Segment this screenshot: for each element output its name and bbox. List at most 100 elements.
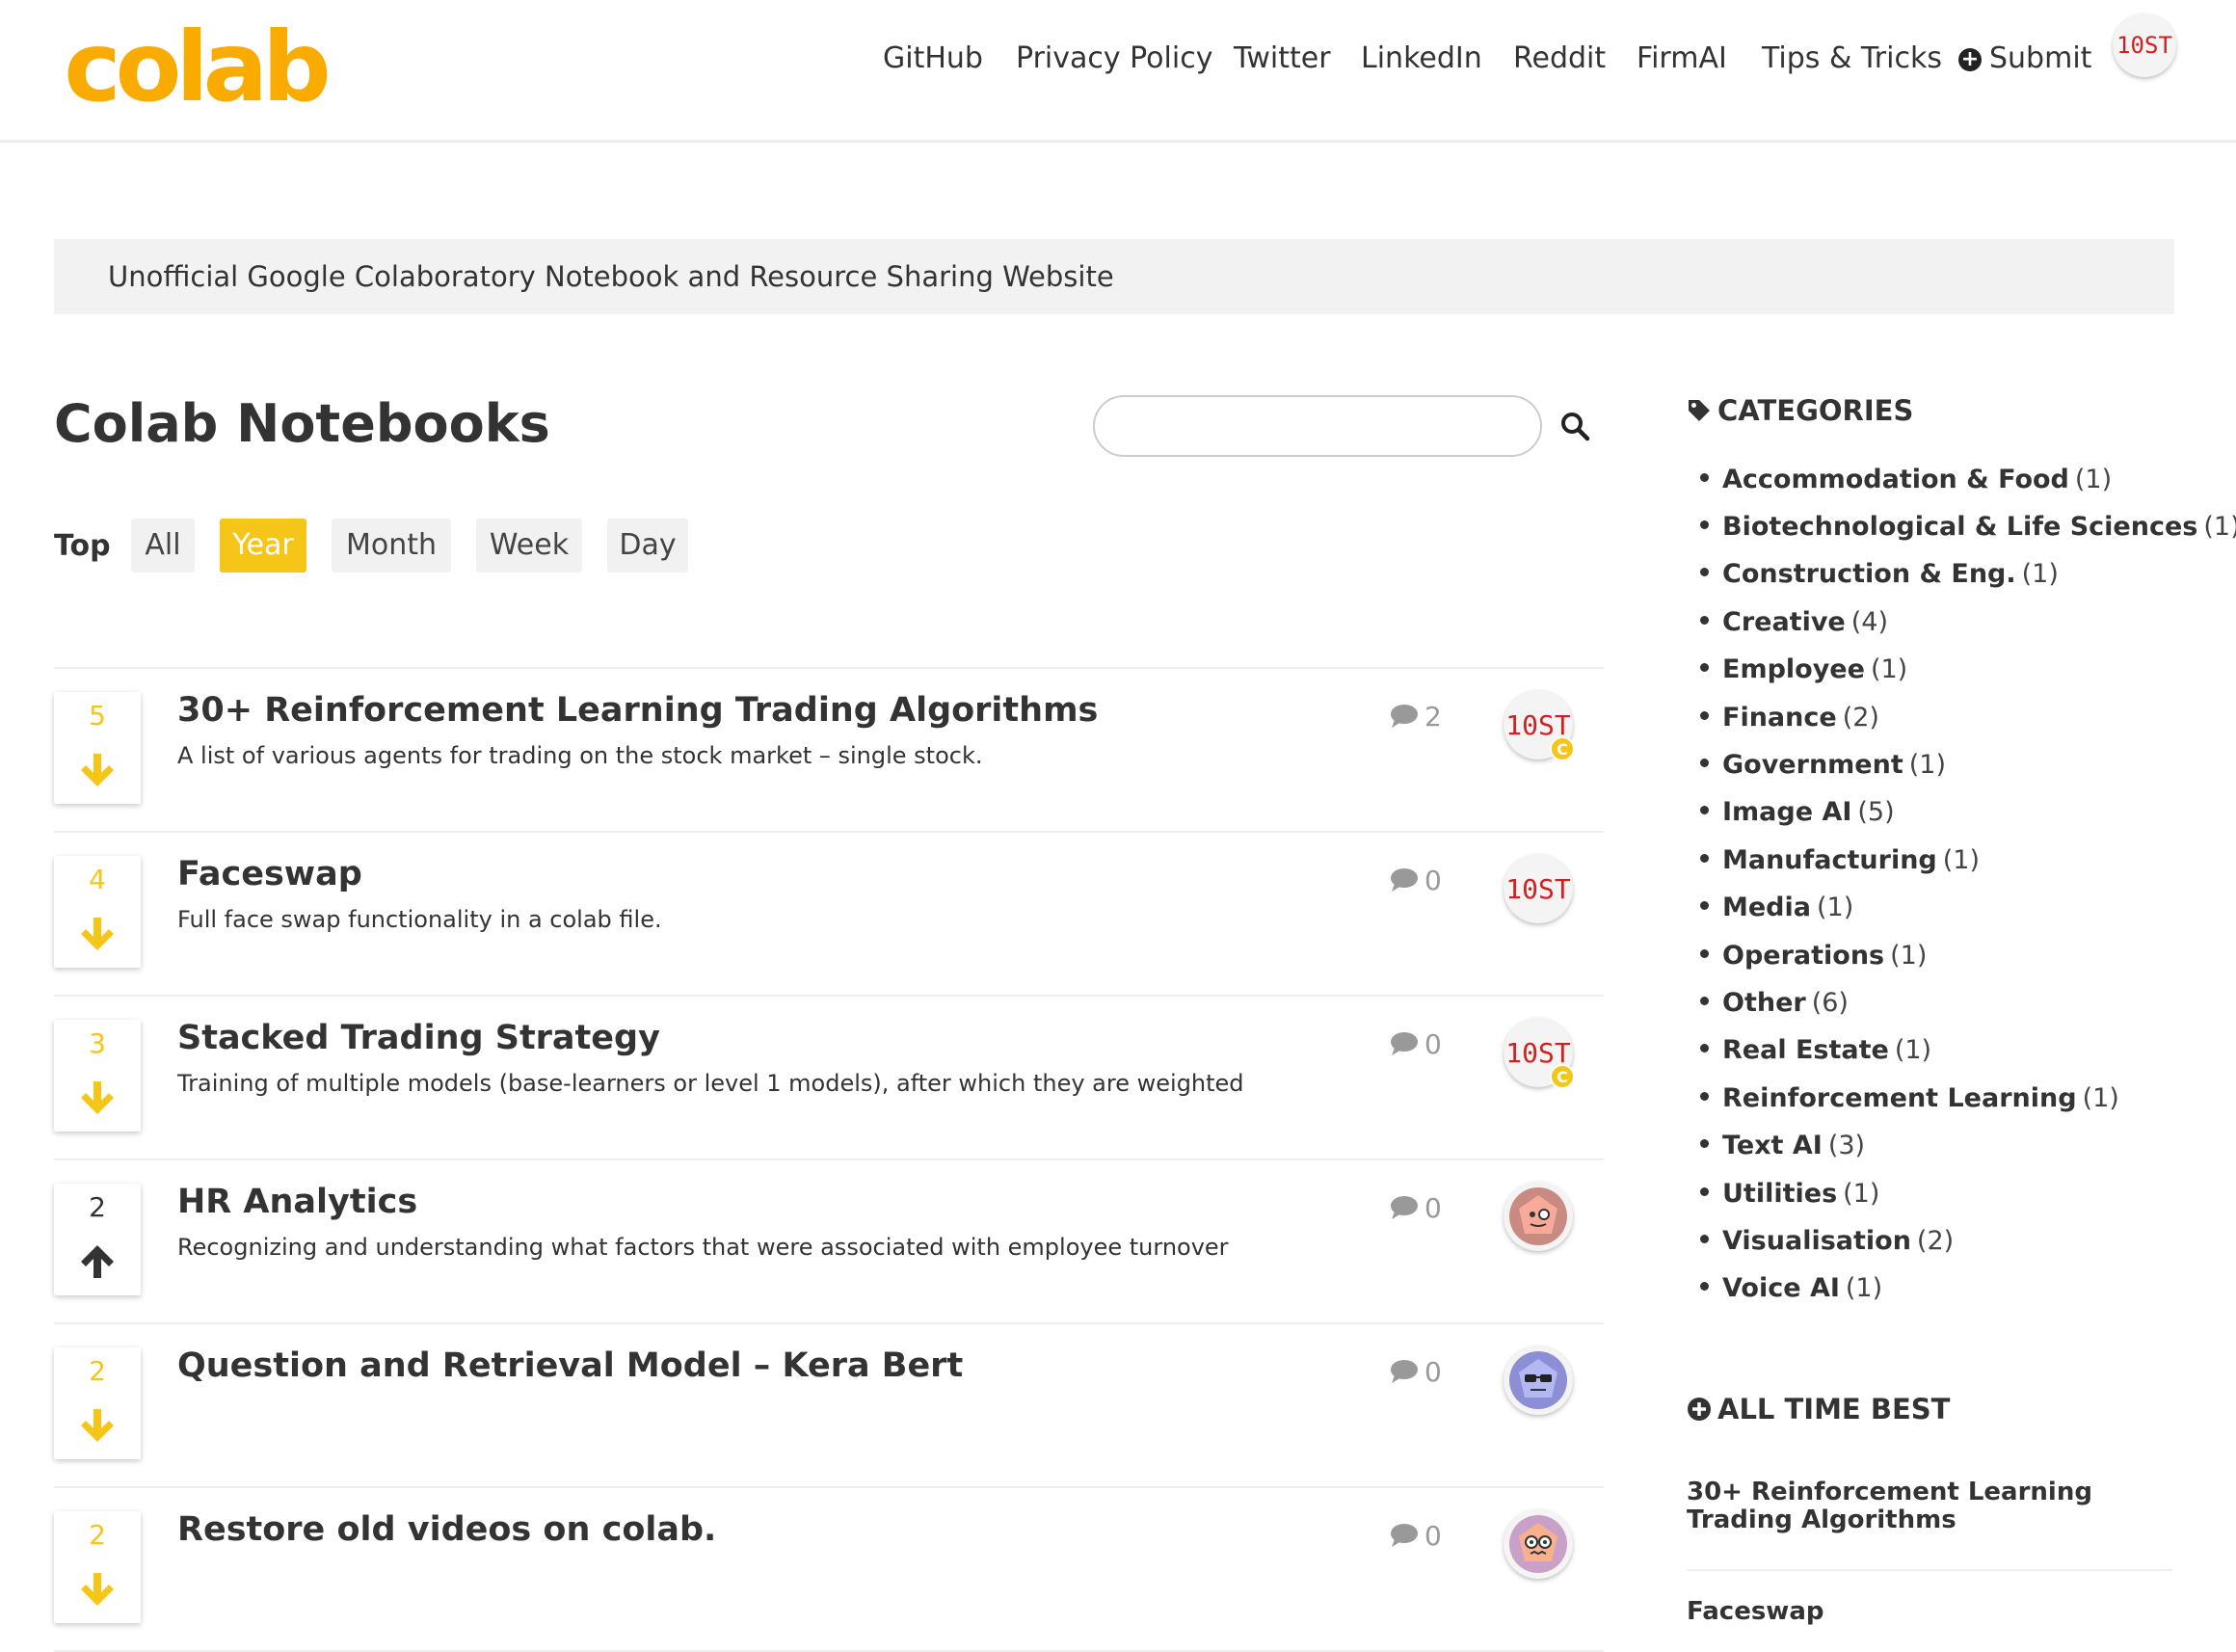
arrow-down-icon[interactable]: [77, 1405, 118, 1446]
category-link[interactable]: Finance: [1722, 703, 1837, 733]
post-title[interactable]: HR Analytics: [177, 1178, 417, 1226]
comment-count[interactable]: 0: [1390, 1353, 1442, 1392]
best-post-link[interactable]: 30+ Reinforcement Learning Trading Algor…: [1687, 1479, 2169, 1534]
category-link[interactable]: Image AI: [1722, 797, 1851, 827]
category-link[interactable]: Operations: [1722, 941, 1884, 971]
category-link[interactable]: Construction & Eng.: [1722, 559, 2016, 589]
author-avatar[interactable]: [1504, 1346, 1573, 1415]
author-avatar[interactable]: 10ST C: [1504, 690, 1575, 761]
category-link[interactable]: Utilities: [1722, 1179, 1837, 1209]
nav-twitter[interactable]: Twitter: [1234, 35, 1331, 83]
nav-firmai[interactable]: FirmAI: [1637, 35, 1727, 83]
bullet: [1700, 520, 1709, 529]
category-link[interactable]: Media: [1722, 893, 1811, 922]
plus-circle-icon: +: [1958, 48, 1982, 71]
all-time-best-heading: ALL TIME BEST: [1687, 1388, 1950, 1430]
filter-all[interactable]: All: [131, 519, 195, 573]
filter-week[interactable]: Week: [476, 519, 582, 573]
vote-box[interactable]: 4: [54, 856, 141, 968]
category-item: Other (6): [1700, 984, 1849, 1023]
category-count: (1): [1816, 893, 1854, 922]
category-link[interactable]: Voice AI: [1722, 1273, 1840, 1303]
category-count: (5): [1857, 797, 1895, 827]
vote-box[interactable]: 5: [54, 692, 141, 804]
vote-count: 3: [89, 1027, 106, 1059]
post-description: Recognizing and understanding what facto…: [177, 1234, 1229, 1261]
best-post-link[interactable]: Faceswap: [1687, 1598, 2169, 1626]
category-item: Manufacturing (1): [1700, 841, 1980, 880]
arrow-down-icon[interactable]: [77, 750, 118, 790]
arrow-down-icon[interactable]: [77, 914, 118, 954]
author-avatar[interactable]: [1504, 1182, 1573, 1251]
arrow-down-icon[interactable]: [77, 1078, 118, 1118]
contributor-badge: C: [1550, 1064, 1575, 1089]
bullet: [1700, 1044, 1709, 1052]
category-count: (1): [1942, 845, 1980, 875]
category-link[interactable]: Government: [1722, 750, 1903, 780]
vote-box[interactable]: 2: [54, 1511, 141, 1623]
post-description: Full face swap functionality in a colab …: [177, 906, 662, 933]
nav-linkedin[interactable]: LinkedIn: [1361, 35, 1482, 83]
comment-count[interactable]: 0: [1390, 1517, 1442, 1556]
category-link[interactable]: Biotechnological & Life Sciences: [1722, 512, 2197, 542]
comment-icon: [1391, 1360, 1418, 1383]
vote-box[interactable]: 2: [54, 1184, 141, 1295]
filter-label: Top: [54, 529, 111, 563]
search-input[interactable]: [1093, 395, 1542, 457]
post-title[interactable]: Faceswap: [177, 850, 362, 898]
user-avatar[interactable]: 10ST: [2113, 13, 2176, 77]
post-row: 4 Faceswap Full face swap functionality …: [54, 831, 1604, 995]
bullet: [1700, 949, 1709, 958]
post-title[interactable]: Restore old videos on colab.: [177, 1505, 716, 1554]
vote-count: 2: [89, 1191, 106, 1223]
top-nav: GitHub Privacy Policy Twitter LinkedIn R…: [0, 35, 2236, 83]
comment-count[interactable]: 0: [1390, 1189, 1442, 1228]
comment-number: 0: [1424, 1356, 1442, 1388]
vote-box[interactable]: 2: [54, 1347, 141, 1459]
category-link[interactable]: Manufacturing: [1722, 845, 1937, 875]
category-count: (4): [1850, 607, 1888, 637]
category-link[interactable]: Real Estate: [1722, 1035, 1889, 1065]
arrow-up-icon[interactable]: [77, 1241, 118, 1282]
post-description: Training of multiple models (base-learne…: [177, 1070, 1244, 1097]
author-avatar[interactable]: 10ST: [1504, 854, 1573, 923]
search-icon[interactable]: [1559, 411, 1590, 441]
submit-button[interactable]: + Submit: [1958, 35, 2091, 83]
author-avatar[interactable]: [1504, 1509, 1573, 1579]
plus-circle-icon: [1688, 1398, 1711, 1421]
post-title[interactable]: Question and Retrieval Model – Kera Bert: [177, 1342, 963, 1390]
nav-github[interactable]: GitHub: [883, 35, 983, 83]
vote-box[interactable]: 3: [54, 1020, 141, 1132]
author-avatar[interactable]: 10ST C: [1504, 1018, 1575, 1089]
category-link[interactable]: Employee: [1722, 654, 1865, 684]
filter-month[interactable]: Month: [332, 519, 451, 573]
comment-count[interactable]: 0: [1390, 862, 1442, 900]
category-link[interactable]: Accommodation & Food: [1722, 465, 2069, 494]
category-link[interactable]: Visualisation: [1722, 1226, 1911, 1256]
post-title[interactable]: 30+ Reinforcement Learning Trading Algor…: [177, 686, 1098, 734]
comment-count[interactable]: 2: [1390, 698, 1442, 736]
category-link[interactable]: Text AI: [1722, 1131, 1823, 1160]
category-item: Visualisation (2): [1700, 1222, 1954, 1261]
filter-day[interactable]: Day: [607, 519, 688, 573]
bullet: [1700, 1187, 1709, 1196]
arrow-down-icon[interactable]: [77, 1569, 118, 1610]
category-item: Accommodation & Food (1): [1700, 461, 2112, 499]
site-banner: Unofficial Google Colaboratory Notebook …: [54, 239, 2174, 314]
post-title[interactable]: Stacked Trading Strategy: [177, 1014, 660, 1062]
filter-year[interactable]: Year: [220, 519, 306, 573]
comment-icon: [1391, 705, 1418, 728]
category-link[interactable]: Other: [1722, 988, 1806, 1018]
post-description: A list of various agents for trading on …: [177, 742, 983, 769]
comment-count[interactable]: 0: [1390, 1026, 1442, 1064]
comment-number: 2: [1424, 701, 1442, 733]
category-item: Media (1): [1700, 889, 1853, 927]
category-count: (2): [1916, 1226, 1955, 1256]
bullet: [1700, 616, 1709, 625]
nav-privacy-policy[interactable]: Privacy Policy: [1016, 35, 1212, 83]
nav-tips-tricks[interactable]: Tips & Tricks: [1762, 35, 1942, 83]
category-link[interactable]: Creative: [1722, 607, 1846, 637]
nav-reddit[interactable]: Reddit: [1513, 35, 1606, 83]
category-link[interactable]: Reinforcement Learning: [1722, 1083, 2077, 1113]
comment-icon: [1391, 868, 1418, 892]
